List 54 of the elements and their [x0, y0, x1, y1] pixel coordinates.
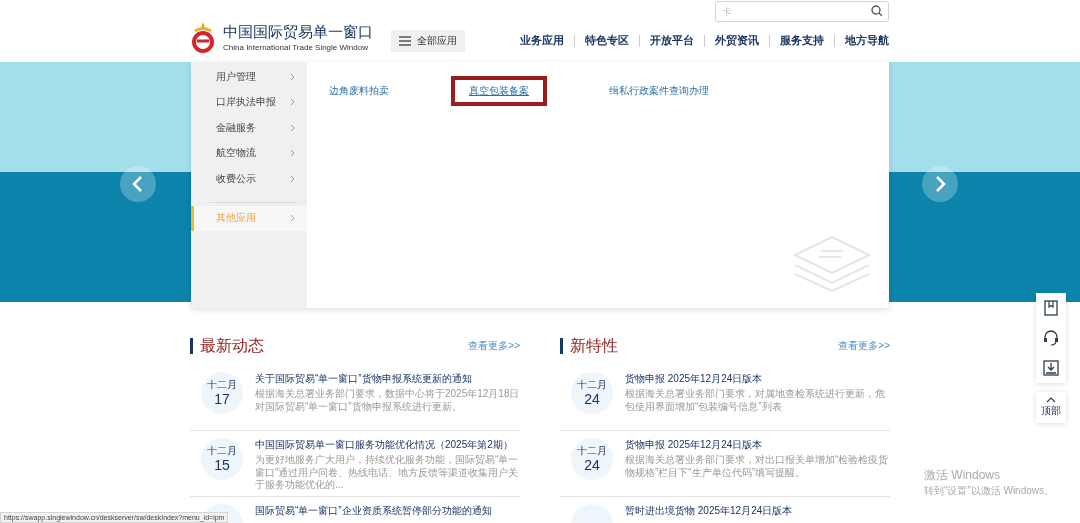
- date-month: 十二月: [577, 379, 607, 391]
- news-summary: 根据海关总署业务部门要求，对出口报关单增加“检验检疫货物规格”栏目下“生产单位代码”填写提醒。: [625, 454, 890, 479]
- menu-category[interactable]: 用户管理: [191, 64, 307, 90]
- news-title[interactable]: 关于国际贸易“单一窗口”货物申报系统更新的通知: [255, 372, 520, 386]
- news-title[interactable]: 暂时进出境货物 2025年12月24日版本: [625, 504, 890, 518]
- date-day: 24: [584, 457, 600, 473]
- all-apps-button[interactable]: 全部应用: [391, 30, 465, 52]
- news-summary: 根据海关总署业务部门要求，对属地查检系统进行更新，危包使用界面增加“包装编号信息”列表: [625, 388, 886, 413]
- section-title: 最新动态: [190, 338, 264, 354]
- news-title[interactable]: 货物申报 2025年12月24日版本: [625, 438, 890, 452]
- menu-icon[interactable]: [399, 36, 411, 46]
- menu-category[interactable]: 金融服务: [191, 115, 307, 141]
- nav-link[interactable]: 业务应用: [520, 33, 564, 48]
- menu-link[interactable]: 缉私行政案件查询办理: [591, 76, 727, 106]
- news-title[interactable]: 货物申报 2025年12月24日版本: [625, 372, 890, 386]
- search-field[interactable]: 卡: [715, 1, 889, 22]
- date-month: 十二月: [207, 379, 237, 391]
- nav-link[interactable]: 特色专区: [585, 33, 629, 48]
- menu-link[interactable]: 边角废料拍卖: [329, 76, 407, 106]
- date-day: 24: [584, 391, 600, 407]
- chevron-icon[interactable]: [290, 123, 295, 132]
- more-link[interactable]: 查看更多>>: [838, 339, 890, 353]
- date-month: 十二月: [577, 445, 607, 457]
- layers-icon: [793, 235, 871, 293]
- nav-link[interactable]: 外贸资讯: [715, 33, 759, 48]
- search-icon[interactable]: [871, 5, 883, 17]
- menu-link[interactable]: 真空包装备案: [451, 76, 547, 106]
- nav-link[interactable]: 开放平台: [650, 33, 694, 48]
- more-link[interactable]: 查看更多>>: [468, 339, 520, 353]
- nav-link[interactable]: 服务支持: [780, 33, 824, 48]
- chevron-icon[interactable]: [290, 174, 295, 183]
- chevron-icon[interactable]: [290, 149, 295, 158]
- menu-category[interactable]: 口岸执法申报: [191, 89, 307, 115]
- menu-category[interactable]: 航空物流: [191, 140, 307, 166]
- caret-icon[interactable]: [1046, 397, 1056, 403]
- nav-link[interactable]: 地方导航: [845, 33, 889, 48]
- site-subtitle: China International Trade Single Window: [223, 42, 369, 52]
- chevron-icon[interactable]: [290, 98, 295, 107]
- download-icon[interactable]: [1043, 360, 1059, 376]
- activation-title: 激活 Windows: [924, 467, 1001, 484]
- bookmark-icon[interactable]: [1044, 300, 1058, 316]
- headset-icon[interactable]: [1043, 330, 1059, 346]
- activation-text: 转到“设置”以激活 Windows。: [924, 484, 1054, 498]
- date-day: 17: [214, 391, 230, 407]
- date-day: 15: [214, 457, 230, 473]
- back-to-top-button[interactable]: 顶部: [1036, 392, 1066, 423]
- news-title[interactable]: 中国国际贸易单一窗口服务功能优化情况（2025年第2期）: [255, 438, 520, 452]
- site-title: 中国国际贸易单一窗口: [223, 22, 373, 41]
- menu-category[interactable]: 收费公示: [191, 166, 307, 192]
- date-month: 十二月: [207, 445, 237, 457]
- logo-icon[interactable]: [191, 20, 215, 54]
- news-title[interactable]: 国际贸易“单一窗口”企业资质系统暂停部分功能的通知: [255, 504, 520, 518]
- chevron-icon[interactable]: [290, 72, 295, 81]
- section-title: 新特性: [560, 338, 618, 354]
